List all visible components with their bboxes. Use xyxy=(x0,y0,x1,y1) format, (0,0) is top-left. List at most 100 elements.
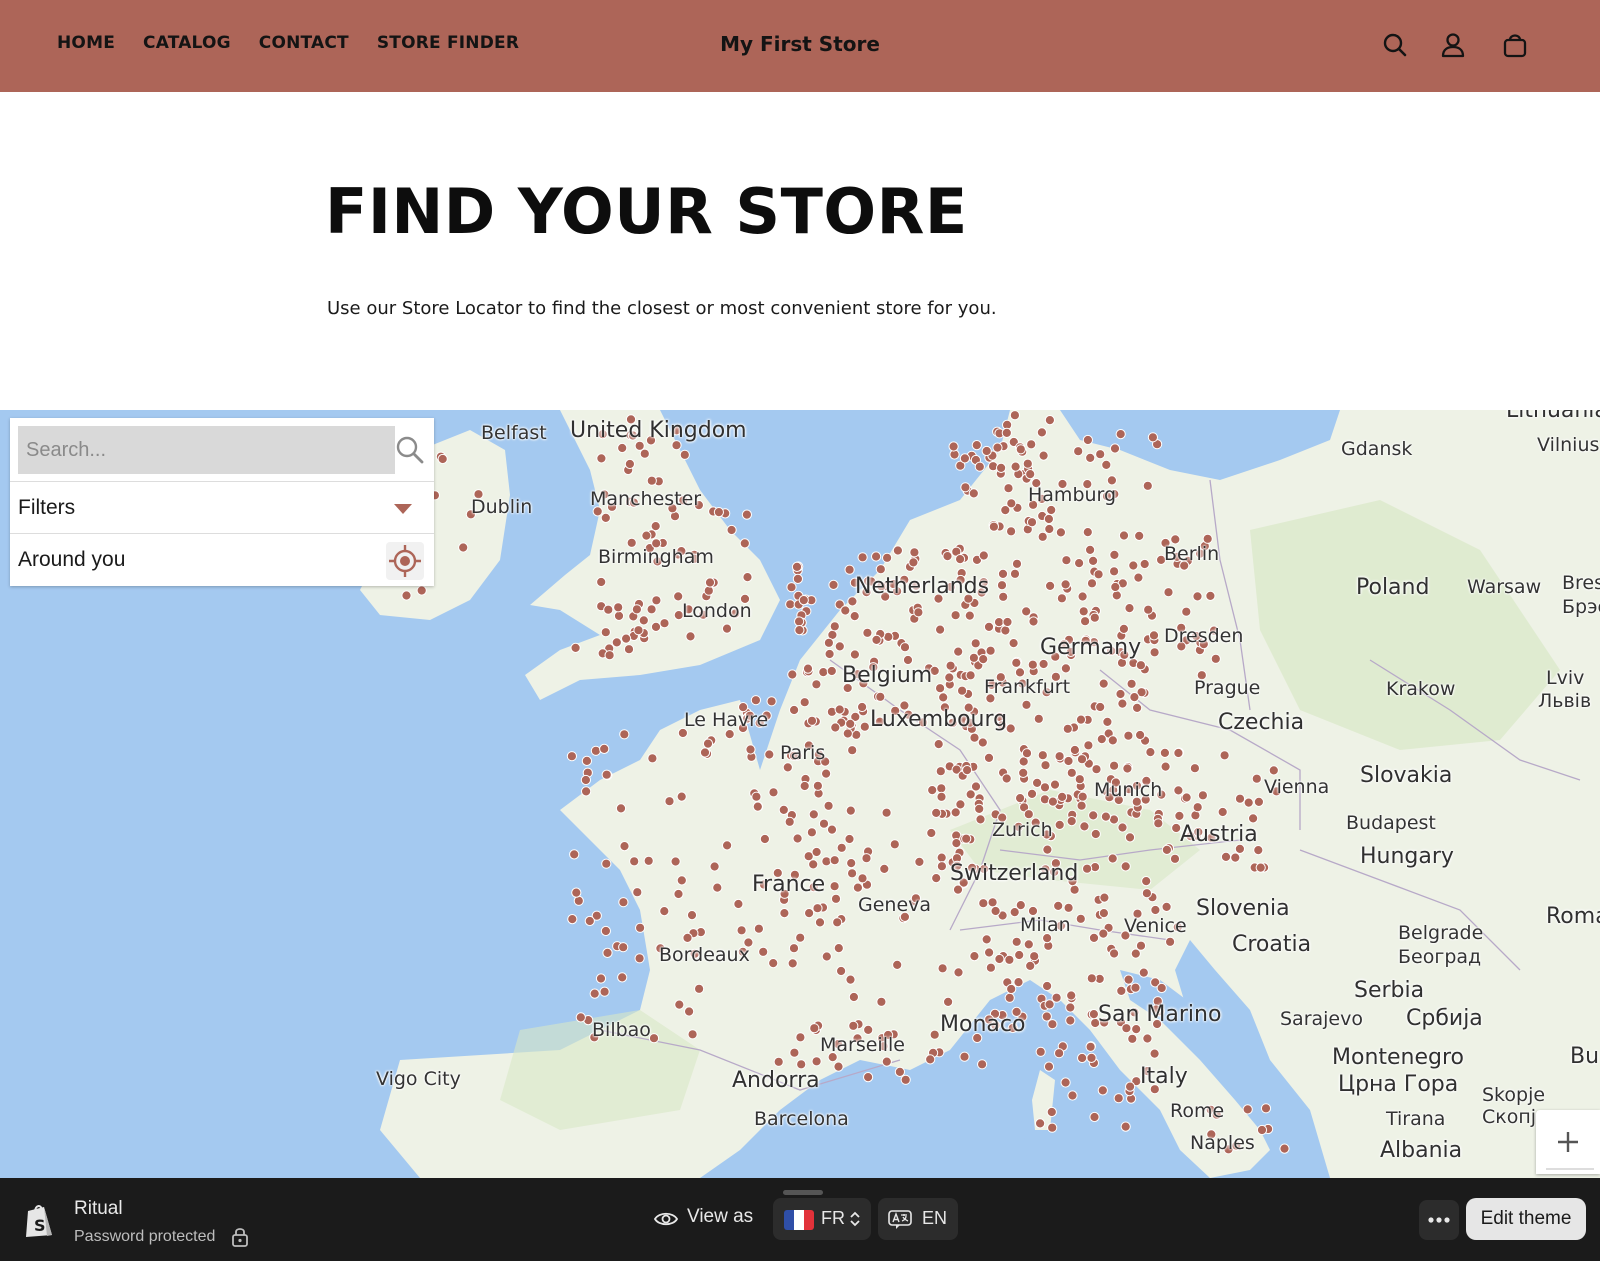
store-marker[interactable] xyxy=(1147,432,1159,443)
store-marker[interactable] xyxy=(981,934,992,945)
store-marker[interactable] xyxy=(795,932,806,943)
store-marker[interactable] xyxy=(1149,1048,1160,1059)
store-marker[interactable] xyxy=(1098,928,1109,939)
store-marker[interactable] xyxy=(900,1074,911,1085)
store-marker[interactable] xyxy=(766,696,777,707)
store-marker[interactable] xyxy=(1096,734,1107,745)
store-marker[interactable] xyxy=(811,846,822,858)
store-marker[interactable] xyxy=(1143,604,1154,615)
store-marker[interactable] xyxy=(936,783,947,794)
store-marker[interactable] xyxy=(1074,774,1085,785)
store-marker[interactable] xyxy=(875,564,886,575)
store-marker[interactable] xyxy=(674,999,685,1010)
store-marker[interactable] xyxy=(1044,523,1055,535)
store-marker[interactable] xyxy=(1113,1093,1124,1104)
store-marker[interactable] xyxy=(1063,755,1074,767)
store-marker[interactable] xyxy=(836,965,847,977)
zoom-in-button[interactable] xyxy=(1536,1110,1600,1174)
store-marker[interactable] xyxy=(1001,427,1012,438)
store-marker[interactable] xyxy=(741,509,753,520)
store-marker[interactable] xyxy=(1098,908,1110,919)
store-marker[interactable] xyxy=(848,1020,859,1031)
store-marker[interactable] xyxy=(1095,701,1106,713)
store-marker[interactable] xyxy=(840,605,851,616)
store-marker[interactable] xyxy=(830,893,842,904)
store-marker[interactable] xyxy=(812,780,824,791)
store-marker[interactable] xyxy=(751,791,762,802)
store-marker[interactable] xyxy=(944,672,955,683)
store-marker[interactable] xyxy=(1082,527,1093,538)
store-marker[interactable] xyxy=(1109,549,1120,560)
store-marker[interactable] xyxy=(861,853,872,864)
store-marker[interactable] xyxy=(1118,530,1130,541)
store-marker[interactable] xyxy=(804,908,815,919)
store-marker[interactable] xyxy=(795,1032,806,1043)
store-marker[interactable] xyxy=(942,551,953,562)
store-marker[interactable] xyxy=(1234,793,1246,804)
store-marker[interactable] xyxy=(764,749,775,760)
store-marker[interactable] xyxy=(685,631,696,642)
store-marker[interactable] xyxy=(970,638,981,649)
store-marker[interactable] xyxy=(1046,1106,1057,1118)
store-marker[interactable] xyxy=(1141,888,1153,899)
store-marker[interactable] xyxy=(1253,796,1265,807)
store-marker[interactable] xyxy=(618,897,629,908)
store-marker[interactable] xyxy=(684,1006,695,1017)
store-marker[interactable] xyxy=(1089,612,1100,623)
store-marker[interactable] xyxy=(613,610,625,621)
store-marker[interactable] xyxy=(647,753,658,764)
store-marker[interactable] xyxy=(619,729,630,740)
store-marker[interactable] xyxy=(996,462,1007,474)
store-marker[interactable] xyxy=(1109,948,1120,959)
store-marker[interactable] xyxy=(1145,747,1156,758)
store-marker[interactable] xyxy=(1123,730,1134,741)
store-marker[interactable] xyxy=(936,791,947,802)
store-marker[interactable] xyxy=(1054,751,1065,762)
store-marker[interactable] xyxy=(1109,566,1120,577)
store-marker[interactable] xyxy=(650,621,662,632)
store-marker[interactable] xyxy=(938,692,949,703)
store-marker[interactable] xyxy=(808,859,819,870)
store-marker[interactable] xyxy=(1086,1052,1097,1064)
store-marker[interactable] xyxy=(1069,884,1080,895)
store-marker[interactable] xyxy=(631,604,643,615)
store-marker[interactable] xyxy=(1004,954,1015,965)
store-marker[interactable] xyxy=(931,873,942,884)
store-marker[interactable] xyxy=(857,552,868,563)
store-marker[interactable] xyxy=(1189,763,1201,774)
store-marker[interactable] xyxy=(849,611,860,622)
store-marker[interactable] xyxy=(1040,760,1051,771)
store-marker[interactable] xyxy=(753,923,765,934)
store-marker[interactable] xyxy=(686,910,698,921)
store-marker[interactable] xyxy=(953,646,964,657)
store-marker[interactable] xyxy=(818,667,829,678)
store-marker[interactable] xyxy=(1055,527,1067,538)
store-marker[interactable] xyxy=(638,615,649,626)
store-marker[interactable] xyxy=(826,824,838,835)
store-marker[interactable] xyxy=(1123,974,1134,985)
store-marker[interactable] xyxy=(1035,1046,1046,1057)
store-marker[interactable] xyxy=(1045,580,1056,591)
store-marker[interactable] xyxy=(1197,790,1209,801)
store-marker[interactable] xyxy=(589,988,600,999)
store-marker[interactable] xyxy=(703,585,714,596)
store-marker[interactable] xyxy=(936,861,948,872)
store-marker[interactable] xyxy=(1044,415,1056,426)
store-marker[interactable] xyxy=(1043,1061,1055,1072)
store-marker[interactable] xyxy=(768,958,779,969)
store-marker[interactable] xyxy=(844,564,855,575)
store-marker[interactable] xyxy=(1091,764,1102,775)
store-marker[interactable] xyxy=(993,617,1005,628)
store-marker[interactable] xyxy=(1115,429,1126,440)
store-marker[interactable] xyxy=(834,704,845,715)
cart-icon[interactable] xyxy=(1500,30,1530,60)
store-marker[interactable] xyxy=(845,805,856,816)
store-marker[interactable] xyxy=(1116,985,1127,997)
store-marker[interactable] xyxy=(1169,853,1181,864)
store-marker[interactable] xyxy=(595,973,607,984)
store-marker[interactable] xyxy=(581,786,592,797)
store-marker[interactable] xyxy=(600,512,611,524)
store-marker[interactable] xyxy=(789,1047,800,1058)
store-marker[interactable] xyxy=(1110,581,1121,593)
store-marker[interactable] xyxy=(759,833,771,845)
